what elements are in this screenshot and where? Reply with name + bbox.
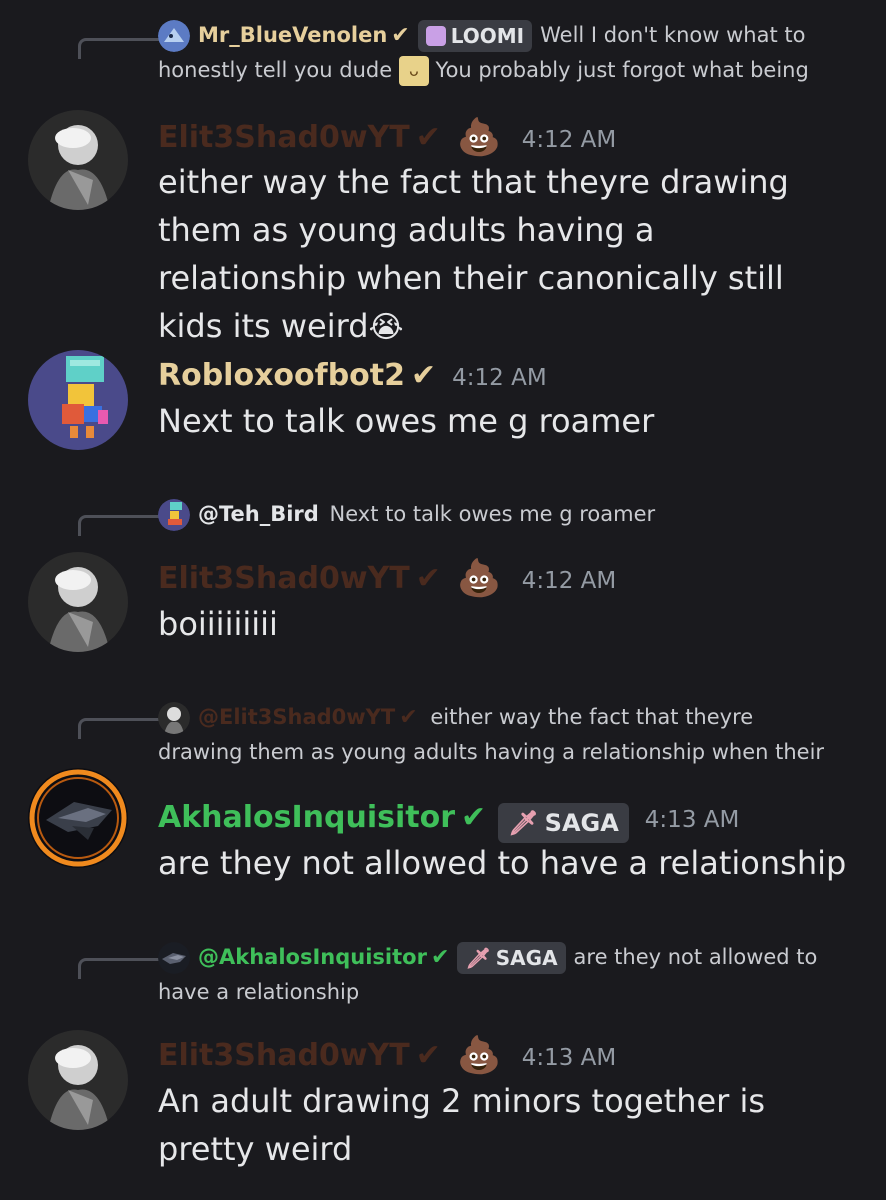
reply-text: either way the fact that theyre xyxy=(430,705,754,729)
message-text: An adult drawing 2 minors together is pr… xyxy=(158,1082,766,1168)
check-icon: ✔ xyxy=(415,561,441,596)
reply-avatar[interactable] xyxy=(158,20,190,52)
reply-text: Next to talk owes me g roamer xyxy=(329,502,656,526)
avatar[interactable] xyxy=(28,768,128,868)
check-icon: ✔ xyxy=(391,23,410,48)
message-content: are they not allowed to have a relations… xyxy=(158,839,850,887)
reply-preview[interactable]: @Teh_Bird Next to talk owes me g roamer xyxy=(158,497,846,532)
check-icon: ✔ xyxy=(430,945,450,970)
poop-icon: 💩 xyxy=(456,558,502,599)
timestamp[interactable]: 4:12 AM xyxy=(522,568,617,594)
reply-text: have a relationship xyxy=(158,980,360,1004)
reply-text: Well I don't know what to xyxy=(540,23,806,47)
reply-avatar[interactable] xyxy=(158,499,190,531)
poop-icon: 💩 xyxy=(456,1035,502,1076)
reply-preview[interactable]: Mr_BlueVenolen ✔ LOOMI Well I don't know wh… xyxy=(158,18,846,88)
author-name[interactable]: Elit3Shad0wYT xyxy=(158,1038,410,1073)
poop-icon: 💩 xyxy=(456,117,502,158)
reply-author-name[interactable]: @Elit3Shad0wYT xyxy=(198,705,395,729)
reply-preview[interactable]: @AkhalosInquisitor ✔ 🗡 SAGA are they not all… xyxy=(158,940,846,1010)
reply-avatar[interactable] xyxy=(158,702,190,734)
guild-tag-label: SAGA xyxy=(495,946,558,970)
guild-tag-label: LOOMI xyxy=(450,24,525,48)
reply-author-name[interactable]: Mr_BlueVenolen xyxy=(198,23,387,47)
timestamp[interactable]: 4:12 AM xyxy=(522,127,617,153)
reply-text: are they not allowed to xyxy=(573,945,818,969)
timestamp[interactable]: 4:13 AM xyxy=(645,807,740,833)
message-text: either way the fact that theyre drawing … xyxy=(158,163,789,345)
timestamp[interactable]: 4:13 AM xyxy=(522,1045,617,1071)
message-content: boiiiiiiiii xyxy=(158,600,850,648)
avatar[interactable] xyxy=(28,350,128,450)
message-text: are they not allowed to have a relations… xyxy=(158,844,847,882)
check-icon: ✔ xyxy=(399,705,418,730)
message-content: Next to talk owes me g roamer xyxy=(158,397,850,445)
reply-connector xyxy=(78,958,159,979)
guild-tag[interactable]: 🗡 SAGA xyxy=(457,942,566,974)
reply-text: honestly tell you dude xyxy=(158,58,393,82)
message-header: Elit3Shad0wYT ✔ 💩 4:12 AM xyxy=(158,114,616,162)
guild-tag[interactable]: 🗡 SAGA xyxy=(498,802,629,843)
check-icon: ✔ xyxy=(411,358,437,393)
message-content: either way the fact that theyre drawing … xyxy=(158,158,850,352)
avatar[interactable] xyxy=(28,110,128,210)
reply-preview[interactable]: @Elit3Shad0wYT ✔ either way the fact that… xyxy=(158,700,846,770)
guild-tag[interactable]: LOOMI xyxy=(417,20,533,52)
message-text: Next to talk owes me g roamer xyxy=(158,402,655,440)
message-header: Elit3Shad0wYT ✔ 💩 4:13 AM xyxy=(158,1032,616,1080)
sword-icon: 🗡 xyxy=(508,808,539,837)
check-icon: ✔ xyxy=(415,120,441,155)
author-name[interactable]: Robloxoofbot2 xyxy=(158,358,405,393)
message-text: boiiiiiiiii xyxy=(158,605,278,643)
sword-icon: 🗡 xyxy=(465,946,491,970)
reply-avatar[interactable] xyxy=(158,942,190,974)
message-header: Elit3Shad0wYT ✔ 💩 4:12 AM xyxy=(158,555,616,603)
check-icon: ✔ xyxy=(461,800,487,835)
reply-connector xyxy=(78,515,159,536)
guild-tag-label: SAGA xyxy=(544,808,619,837)
reply-author-name[interactable]: @Teh_Bird xyxy=(198,502,319,526)
reply-connector xyxy=(78,38,159,59)
author-name[interactable]: Elit3Shad0wYT xyxy=(158,120,410,155)
message-header: AkhalosInquisitor ✔ 🗡 SAGA 4:13 AM xyxy=(158,794,740,843)
check-icon: ✔ xyxy=(415,1038,441,1073)
reply-text: You probably just forgot what being xyxy=(435,58,809,82)
timestamp[interactable]: 4:12 AM xyxy=(452,365,547,391)
author-name[interactable]: Elit3Shad0wYT xyxy=(158,561,410,596)
message-header: Robloxoofbot2 ✔ 4:12 AM xyxy=(158,352,547,400)
message-content: An adult drawing 2 minors together is pr… xyxy=(158,1077,850,1173)
avatar[interactable] xyxy=(28,552,128,652)
snail-icon xyxy=(425,26,446,46)
loudly-crying-face-icon: 😭 xyxy=(368,310,404,345)
avatar[interactable] xyxy=(28,1030,128,1130)
grumpy-cat-emoji-icon: ᴗ xyxy=(398,56,429,86)
author-name[interactable]: AkhalosInquisitor xyxy=(158,800,455,835)
reply-author-name[interactable]: @AkhalosInquisitor xyxy=(198,945,427,969)
reply-connector xyxy=(78,718,159,739)
reply-text: drawing them as young adults having a re… xyxy=(158,740,825,764)
